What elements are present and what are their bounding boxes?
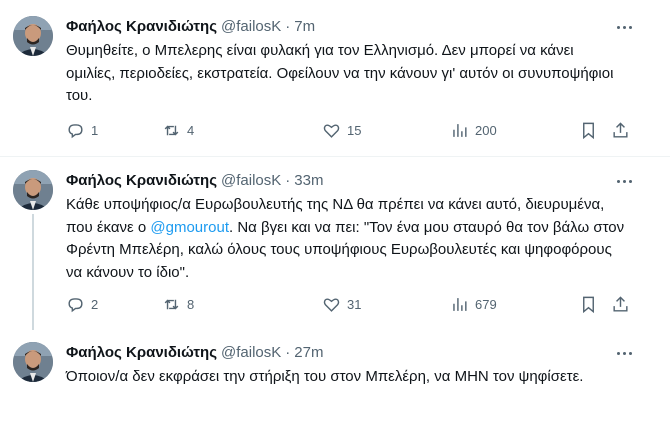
like-button[interactable]: 15	[322, 120, 361, 140]
views-count: 200	[475, 122, 497, 138]
thread-line	[32, 214, 34, 330]
like-count: 15	[347, 122, 362, 138]
share-button[interactable]	[611, 294, 630, 314]
tweet-text: Κάθε υποψήφιος/α Ευρωβουλευτής της ΝΔ θα…	[66, 194, 626, 284]
reply-count: 1	[91, 122, 99, 138]
avatar[interactable]	[13, 16, 53, 56]
action-bar: 1 4 15 200	[66, 120, 636, 140]
handle[interactable]: @failosK	[221, 344, 281, 361]
timestamp[interactable]: 7m	[294, 18, 315, 35]
share-button[interactable]	[611, 120, 630, 140]
more-icon[interactable]	[612, 18, 636, 36]
display-name[interactable]: Φαήλος Κρανιδιώτης	[66, 344, 217, 361]
tweet-header: Φαήλος Κρανιδιώτης @failosK · 33m	[66, 170, 323, 190]
timestamp[interactable]: 27m	[294, 344, 323, 361]
tweet-text: Όποιον/α δεν εκφράσει την στήριξη του στ…	[66, 368, 584, 385]
avatar[interactable]	[13, 170, 53, 210]
repost-button[interactable]: 4	[162, 120, 194, 140]
display-name[interactable]: Φαήλος Κρανιδιώτης	[66, 172, 217, 189]
more-icon[interactable]	[612, 172, 636, 190]
action-bar: 2 8 31 679	[66, 294, 636, 314]
reply-icon	[68, 297, 83, 312]
views-count: 679	[475, 296, 497, 312]
heart-icon	[323, 297, 340, 312]
views-icon	[453, 297, 467, 311]
reply-icon	[68, 123, 83, 138]
handle[interactable]: @failosK	[221, 18, 281, 35]
share-icon	[613, 295, 628, 312]
bookmark-icon	[583, 122, 594, 139]
repost-count: 4	[187, 122, 195, 138]
avatar[interactable]	[13, 342, 53, 382]
reply-button[interactable]: 2	[66, 294, 98, 314]
mention-link[interactable]: @gmourout	[150, 219, 229, 236]
handle[interactable]: @failosK	[221, 172, 281, 189]
dot-separator: ·	[285, 17, 291, 35]
repost-button[interactable]: 8	[162, 294, 194, 314]
bookmark-button[interactable]	[579, 294, 598, 314]
repost-icon	[164, 299, 179, 309]
tweet-header: Φαήλος Κρανιδιώτης @failosK · 27m	[66, 342, 323, 362]
views-button[interactable]: 679	[450, 294, 497, 314]
bookmark-button[interactable]	[579, 120, 598, 140]
more-icon[interactable]	[612, 344, 636, 362]
bookmark-icon	[583, 296, 594, 313]
views-button[interactable]: 200	[450, 120, 497, 140]
repost-count: 8	[187, 296, 195, 312]
tweet[interactable]: Φαήλος Κρανιδιώτης @failosK · 27m Όποιον…	[0, 342, 670, 429]
tweet-header: Φαήλος Κρανιδιώτης @failosK · 7m	[66, 16, 315, 36]
timestamp[interactable]: 33m	[294, 172, 323, 189]
like-button[interactable]: 31	[322, 294, 361, 314]
views-icon	[453, 123, 467, 137]
reply-button[interactable]: 1	[66, 120, 98, 140]
repost-icon	[164, 125, 179, 135]
tweet[interactable]: Φαήλος Κρανιδιώτης @failosK · 7m Θυμηθεί…	[0, 16, 670, 156]
share-icon	[613, 121, 628, 138]
dot-separator: ·	[285, 171, 291, 189]
like-count: 31	[347, 296, 362, 312]
tweet[interactable]: Φαήλος Κρανιδιώτης @failosK · 33m Κάθε υ…	[0, 170, 670, 335]
tweet-text: Θυμηθείτε, ο Μπελερης είναι φυλακή για τ…	[66, 42, 614, 104]
reply-count: 2	[91, 296, 99, 312]
display-name[interactable]: Φαήλος Κρανιδιώτης	[66, 18, 217, 35]
heart-icon	[323, 123, 340, 138]
dot-separator: ·	[285, 343, 291, 361]
divider	[0, 156, 670, 157]
